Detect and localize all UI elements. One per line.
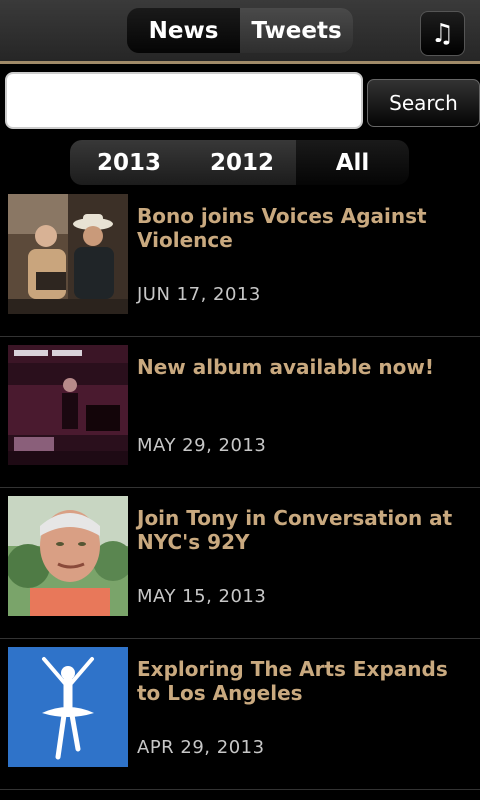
year-filter: 2013 2012 All [70, 140, 409, 185]
news-thumbnail-dancer [8, 647, 128, 767]
music-button[interactable]: ♫ [420, 11, 465, 56]
news-thumbnail-portrait [8, 496, 128, 616]
news-date: MAY 15, 2013 [137, 586, 267, 607]
year-filter-all[interactable]: All [296, 140, 409, 185]
view-switcher: News Tweets [127, 8, 353, 53]
tab-news[interactable]: News [127, 8, 240, 53]
top-bar: News Tweets ♫ [0, 0, 480, 64]
tab-tweets[interactable]: Tweets [240, 8, 353, 53]
news-title: Exploring The Arts Expands to Los Angele… [137, 657, 448, 705]
news-date: APR 29, 2013 [137, 737, 265, 758]
news-list: Bono joins Voices Against Violence JUN 1… [0, 186, 480, 790]
music-note-icon: ♫ [430, 18, 455, 49]
news-thumbnail-album-cover [8, 345, 128, 465]
news-item[interactable]: Bono joins Voices Against Violence JUN 1… [0, 186, 480, 337]
news-title: New album available now! [137, 355, 434, 379]
news-date: MAY 29, 2013 [137, 435, 267, 456]
news-date: JUN 17, 2013 [137, 284, 261, 305]
year-filter-2013[interactable]: 2013 [70, 140, 188, 185]
search-button[interactable]: Search [367, 79, 480, 127]
news-title: Join Tony in Conversation at NYC's 92Y [137, 506, 453, 554]
news-item[interactable]: New album available now! MAY 29, 2013 [0, 337, 480, 488]
search-input[interactable] [5, 72, 363, 129]
news-item[interactable]: Exploring The Arts Expands to Los Angele… [0, 639, 480, 790]
news-thumbnail-photo [8, 194, 128, 314]
year-filter-2012[interactable]: 2012 [188, 140, 296, 185]
news-item[interactable]: Join Tony in Conversation at NYC's 92Y M… [0, 488, 480, 639]
news-title: Bono joins Voices Against Violence [137, 204, 427, 252]
